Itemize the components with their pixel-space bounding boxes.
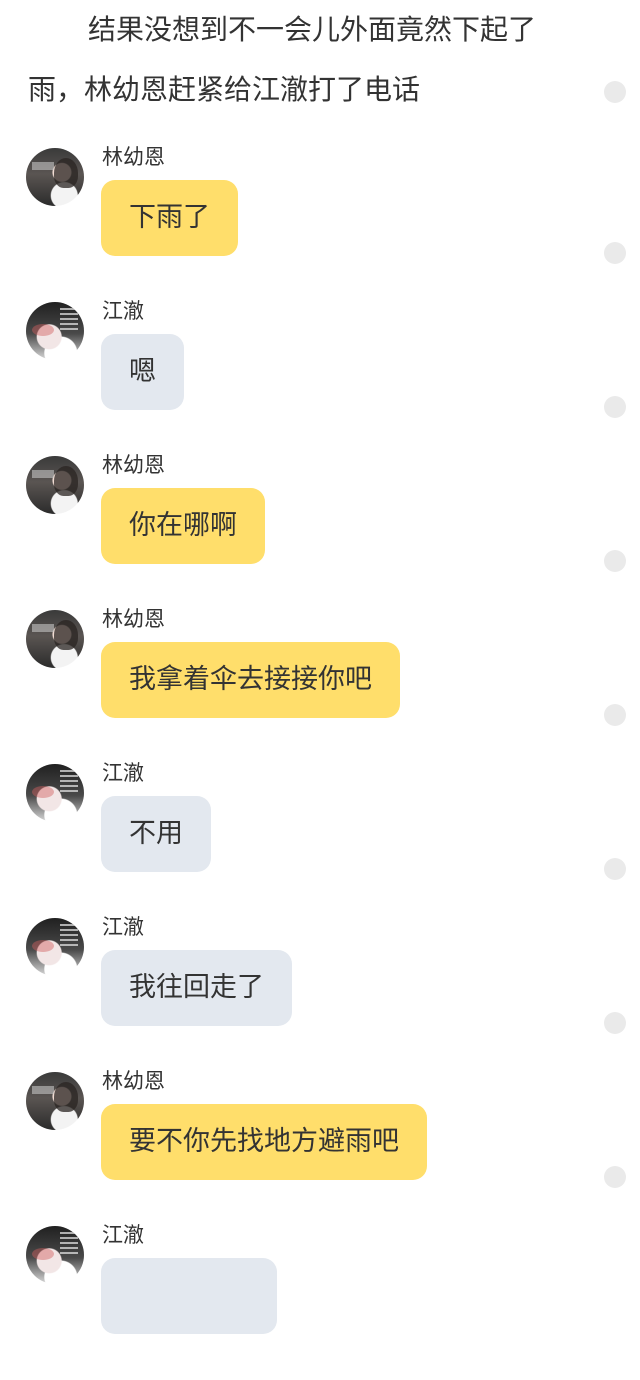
narration-text: 结果没想到不一会儿外面竟然下起了雨，林幼恩赶紧给江澈打了电话 [28, 13, 537, 106]
scroll-dot [604, 1012, 626, 1034]
lin-youen-avatar[interactable] [26, 148, 84, 206]
message-row: 林幼恩 下雨了 [0, 145, 640, 302]
scroll-dot [604, 858, 626, 880]
sender-name: 林幼恩 [102, 1069, 165, 1093]
message-bubble[interactable]: 我拿着伞去接接你吧 [101, 642, 400, 718]
scroll-dot [604, 704, 626, 726]
sender-name: 林幼恩 [102, 453, 165, 477]
message-bubble[interactable]: 要不你先找地方避雨吧 [101, 1104, 427, 1180]
lin-youen-avatar[interactable] [26, 456, 84, 514]
sender-name: 林幼恩 [102, 607, 165, 631]
jiang-che-avatar[interactable] [26, 918, 84, 976]
message-bubble[interactable]: 下雨了 [101, 180, 238, 256]
message-row: 林幼恩 你在哪啊 [0, 453, 640, 610]
message-row: 江澈 我往回走了 [0, 915, 640, 1072]
sender-name: 江澈 [102, 1223, 144, 1247]
message-bubble[interactable]: 我往回走了 [101, 950, 292, 1026]
message-bubble[interactable]: 嗯 [101, 334, 184, 410]
jiang-che-avatar[interactable] [26, 302, 84, 360]
sender-name: 江澈 [102, 761, 144, 785]
message-row: 林幼恩 要不你先找地方避雨吧 [0, 1069, 640, 1226]
message-row: 江澈 嗯 [0, 299, 640, 456]
message-bubble[interactable]: 你在哪啊 [101, 488, 265, 564]
lin-youen-avatar[interactable] [26, 610, 84, 668]
message-bubble[interactable] [101, 1258, 277, 1334]
message-row: 江澈 不用 [0, 761, 640, 918]
jiang-che-avatar[interactable] [26, 764, 84, 822]
sender-name: 林幼恩 [102, 145, 165, 169]
scroll-dot [604, 396, 626, 418]
sender-name: 江澈 [102, 299, 144, 323]
jiang-che-avatar[interactable] [26, 1226, 84, 1284]
scroll-dot [604, 1166, 626, 1188]
lin-youen-avatar[interactable] [26, 1072, 84, 1130]
scroll-dot [604, 242, 626, 264]
message-row: 林幼恩 我拿着伞去接接你吧 [0, 607, 640, 764]
scroll-dot [604, 81, 626, 103]
sender-name: 江澈 [102, 915, 144, 939]
message-row: 江澈 [0, 1223, 640, 1380]
scroll-dot [604, 550, 626, 572]
message-bubble[interactable]: 不用 [101, 796, 211, 872]
